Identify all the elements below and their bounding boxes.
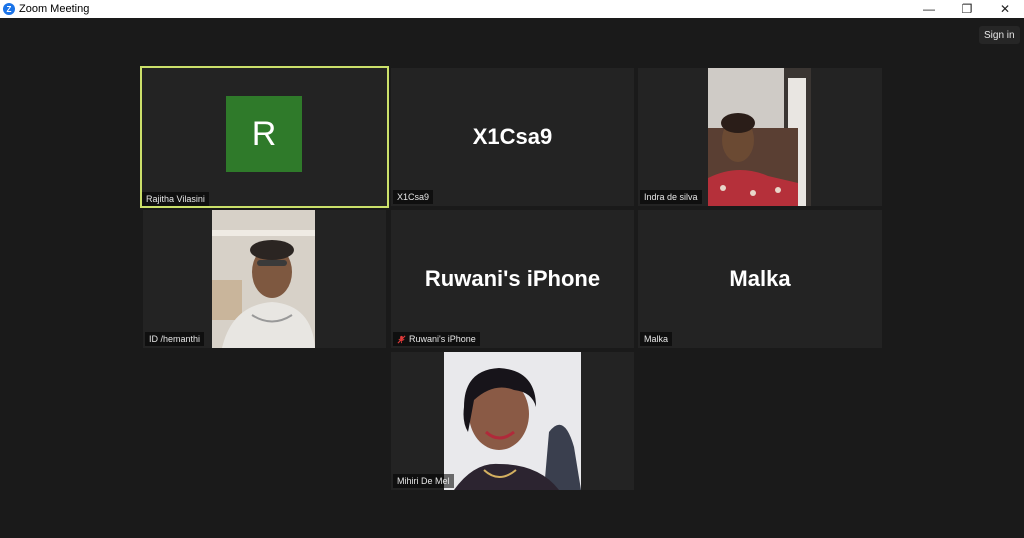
participant-tile[interactable]: ID /hemanthi: [143, 210, 386, 348]
zoom-logo-icon: Z: [3, 3, 15, 15]
participant-tile[interactable]: Indra de silva: [638, 68, 882, 206]
minimize-button[interactable]: —: [910, 0, 948, 18]
participant-name-text: Mihiri De Mel: [397, 476, 450, 486]
participant-name-text: Indra de silva: [644, 192, 698, 202]
participant-video: [708, 68, 811, 206]
participant-tile[interactable]: X1Csa9 X1Csa9: [391, 68, 634, 206]
participant-name-text: Rajitha Vilasini: [146, 194, 205, 204]
participant-name: Rajitha Vilasini: [142, 192, 209, 206]
participant-name: Indra de silva: [640, 190, 702, 204]
participant-display-name: X1Csa9: [472, 124, 553, 149]
restore-button[interactable]: ❐: [948, 0, 986, 18]
participant-name: ID /hemanthi: [145, 332, 205, 346]
close-button[interactable]: ✕: [986, 0, 1024, 18]
participant-name: Malka: [640, 332, 673, 346]
participant-tile[interactable]: Ruwani's iPhone Ruwani's iPhone: [391, 210, 634, 348]
participant-video: [212, 210, 315, 348]
participant-display-name: Malka: [729, 266, 791, 291]
window-title: Zoom Meeting: [19, 3, 90, 15]
microphone-muted-icon: [397, 335, 406, 343]
sign-in-button[interactable]: Sign in: [979, 26, 1020, 44]
title-bar: Z Zoom Meeting — ❐ ✕: [0, 0, 1024, 18]
participant-name: Ruwani's iPhone: [393, 332, 480, 346]
avatar: R: [226, 96, 302, 172]
participant-tile[interactable]: R Rajitha Vilasini: [140, 66, 389, 208]
participant-tile[interactable]: Malka Malka: [638, 210, 882, 348]
participant-video: [444, 352, 581, 490]
participant-name-text: Ruwani's iPhone: [409, 334, 476, 344]
participant-name: Mihiri De Mel: [393, 474, 454, 488]
participant-name-text: X1Csa9: [397, 192, 430, 202]
participant-name-text: ID /hemanthi: [149, 334, 201, 344]
participant-name-text: Malka: [644, 334, 669, 344]
participant-tile[interactable]: Mihiri De Mel: [391, 352, 634, 490]
window-controls: — ❐ ✕: [910, 0, 1024, 18]
participant-display-name: Ruwani's iPhone: [424, 266, 601, 291]
participant-name: X1Csa9: [393, 190, 434, 204]
